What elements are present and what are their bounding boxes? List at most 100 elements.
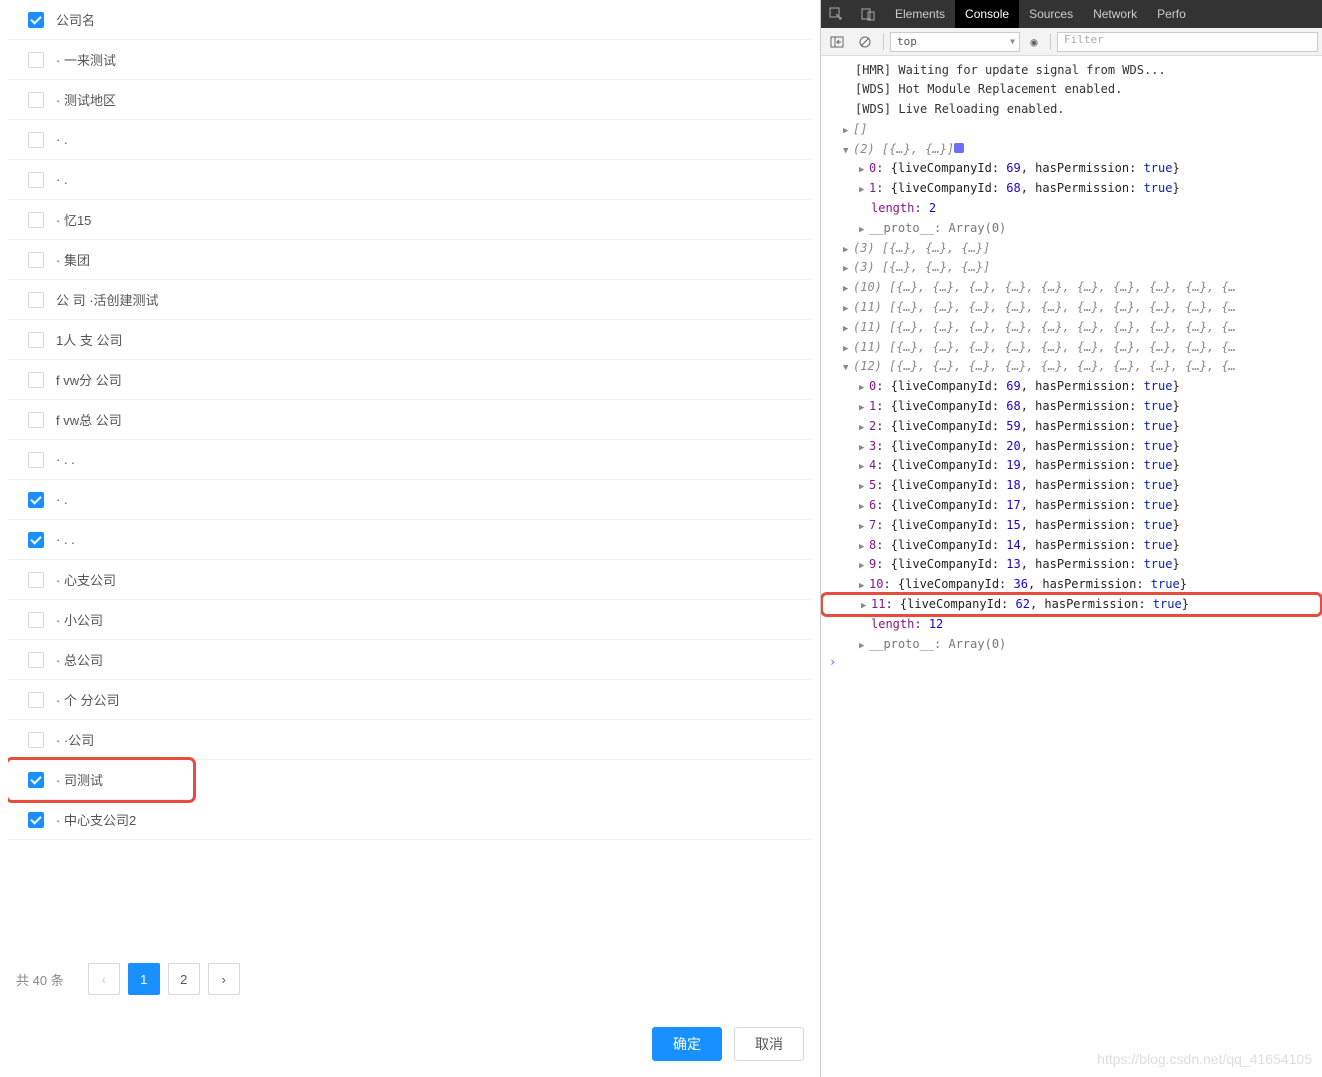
company-name-cell: · 总公司 xyxy=(56,650,804,669)
table-row[interactable]: · ‌心支公司 xyxy=(8,560,812,600)
company-name-cell: · 集团 xyxy=(56,250,804,269)
devtools-tabs: ElementsConsoleSourcesNetworkPerfo xyxy=(885,0,1322,28)
console-line: ▶(10) [{…}, {…}, {…}, {…}, {…}, {…}, {…}… xyxy=(821,278,1322,298)
devtools-tab-console[interactable]: Console xyxy=(955,0,1019,28)
live-expression-icon[interactable]: ◉ xyxy=(1024,31,1044,53)
prev-page-button[interactable]: ‹ xyxy=(88,963,120,995)
company-name-cell: · . xyxy=(56,132,804,147)
device-mode-icon[interactable] xyxy=(853,1,883,27)
table-row[interactable]: f vw总 公司 xyxy=(8,400,812,440)
row-checkbox[interactable] xyxy=(28,532,44,548)
company-name-cell: · ‌心支公司 xyxy=(56,570,804,589)
row-checkbox[interactable] xyxy=(28,212,44,228)
table-row[interactable]: · . xyxy=(8,160,812,200)
row-checkbox[interactable] xyxy=(28,92,44,108)
table-row[interactable]: · 总公司 xyxy=(8,640,812,680)
watermark-text: https://blog.csdn.net/qq_41654105 xyxy=(1097,1051,1312,1067)
console-line: ▶0: {liveCompanyId: 69, hasPermission: t… xyxy=(821,377,1322,397)
next-page-button[interactable]: › xyxy=(208,963,240,995)
table-row[interactable]: · ·公司 xyxy=(8,720,812,760)
console-line: [WDS] Hot Module Replacement enabled. xyxy=(821,80,1322,100)
console-line: ▶9: {liveCompanyId: 13, hasPermission: t… xyxy=(821,555,1322,575)
company-name-cell: · . . xyxy=(56,452,804,467)
row-checkbox[interactable] xyxy=(28,652,44,668)
console-line: ▶1: {liveCompanyId: 68, hasPermission: t… xyxy=(821,397,1322,417)
page-1-button[interactable]: 1 xyxy=(128,963,160,995)
page-2-button[interactable]: 2 xyxy=(168,963,200,995)
table-row[interactable]: · 个 分公司 xyxy=(8,680,812,720)
console-line: ▶1: {liveCompanyId: 68, hasPermission: t… xyxy=(821,179,1322,199)
company-name-cell: · . . xyxy=(56,532,804,547)
table-row[interactable]: · 忆15 xyxy=(8,200,812,240)
table-row[interactable]: 公 司 ·活创建测试 xyxy=(8,280,812,320)
devtools-tab-perfo[interactable]: Perfo xyxy=(1147,0,1196,28)
inspect-icon[interactable] xyxy=(821,1,851,27)
company-name-cell: 公 司 ·活创建测试 xyxy=(56,290,804,309)
row-checkbox[interactable] xyxy=(28,332,44,348)
console-line: ▶0: {liveCompanyId: 69, hasPermission: t… xyxy=(821,159,1322,179)
table-row[interactable]: · 小公司 xyxy=(8,600,812,640)
devtools-tab-elements[interactable]: Elements xyxy=(885,0,955,28)
sidebar-toggle-icon[interactable] xyxy=(825,31,849,53)
console-line: length: 12 xyxy=(821,614,1322,634)
row-checkbox[interactable] xyxy=(28,412,44,428)
table-row[interactable]: 公司名 xyxy=(8,0,812,40)
row-checkbox[interactable] xyxy=(28,252,44,268)
row-checkbox[interactable] xyxy=(28,732,44,748)
console-line: ▶[] xyxy=(821,119,1322,139)
clear-console-icon[interactable] xyxy=(853,31,877,53)
row-checkbox[interactable] xyxy=(28,452,44,468)
row-checkbox[interactable] xyxy=(28,612,44,628)
ok-button[interactable]: 确定 xyxy=(652,1027,722,1061)
row-checkbox[interactable] xyxy=(28,292,44,308)
row-checkbox[interactable] xyxy=(28,692,44,708)
console-line: ▶6: {liveCompanyId: 17, hasPermission: t… xyxy=(821,496,1322,516)
table-row[interactable]: · 司测试 xyxy=(8,760,193,800)
table-row[interactable]: · 中心支公司2 xyxy=(8,800,812,840)
company-name-cell: · 小公司 xyxy=(56,610,804,629)
console-line: ▶__proto__: Array(0) xyxy=(821,634,1322,654)
row-checkbox[interactable] xyxy=(28,372,44,388)
row-checkbox[interactable] xyxy=(28,52,44,68)
company-table-panel: 公司名· 一来测试· 测试地区 · . · . · 忆15 · 集团公 司 ·活创建… xyxy=(0,0,820,1077)
console-line: ▶(11) [{…}, {…}, {…}, {…}, {…}, {…}, {…}… xyxy=(821,337,1322,357)
row-checkbox[interactable] xyxy=(28,492,44,508)
table-row[interactable]: · . . xyxy=(8,440,812,480)
table-row[interactable]: · 一来测试 xyxy=(8,40,812,80)
row-checkbox[interactable] xyxy=(28,132,44,148)
table-row[interactable]: · 测试地区 xyxy=(8,80,812,120)
dialog-footer: 确定 取消 xyxy=(8,1011,812,1077)
row-checkbox[interactable] xyxy=(28,572,44,588)
table-row[interactable]: · 集团 xyxy=(8,240,812,280)
table-row[interactable]: · . . xyxy=(8,520,812,560)
table-row[interactable]: · . xyxy=(8,120,812,160)
company-name-cell: · 司测试 xyxy=(56,770,185,789)
row-checkbox[interactable] xyxy=(28,772,44,788)
console-line: ▶4: {liveCompanyId: 19, hasPermission: t… xyxy=(821,456,1322,476)
table-row[interactable]: 1人 支 公司 xyxy=(8,320,812,360)
devtools-tab-network[interactable]: Network xyxy=(1083,0,1147,28)
company-name-cell: · 忆15 xyxy=(56,210,804,229)
table-body: 公司名· 一来测试· 测试地区 · . · . · 忆15 · 集团公 司 ·活创建… xyxy=(8,0,812,947)
console-line: [WDS] Live Reloading enabled. xyxy=(821,100,1322,120)
console-line: ▶(3) [{…}, {…}, {…}] xyxy=(821,238,1322,258)
row-checkbox[interactable] xyxy=(28,812,44,828)
console-output[interactable]: [HMR] Waiting for update signal from WDS… xyxy=(821,56,1322,1077)
context-select[interactable]: top xyxy=(890,32,1020,52)
console-line: ▶(3) [{…}, {…}, {…}] xyxy=(821,258,1322,278)
console-line: ▶5: {liveCompanyId: 18, hasPermission: t… xyxy=(821,476,1322,496)
table-row[interactable]: · . xyxy=(8,480,812,520)
console-line: ▶7: {liveCompanyId: 15, hasPermission: t… xyxy=(821,515,1322,535)
console-prompt[interactable]: › xyxy=(821,654,1322,671)
devtools-toolbar: ElementsConsoleSourcesNetworkPerfo xyxy=(821,0,1322,28)
company-name-cell: · 中心支公司2 xyxy=(56,810,804,829)
filter-input[interactable]: Filter xyxy=(1057,32,1318,52)
console-line: ▶3: {liveCompanyId: 20, hasPermission: t… xyxy=(821,436,1322,456)
row-checkbox[interactable] xyxy=(28,172,44,188)
table-row[interactable]: f vw分 公司 xyxy=(8,360,812,400)
console-line: ▶(11) [{…}, {…}, {…}, {…}, {…}, {…}, {…}… xyxy=(821,298,1322,318)
devtools-tab-sources[interactable]: Sources xyxy=(1019,0,1083,28)
console-line: ▶__proto__: Array(0) xyxy=(821,218,1322,238)
row-checkbox[interactable] xyxy=(28,12,44,28)
cancel-button[interactable]: 取消 xyxy=(734,1027,804,1061)
